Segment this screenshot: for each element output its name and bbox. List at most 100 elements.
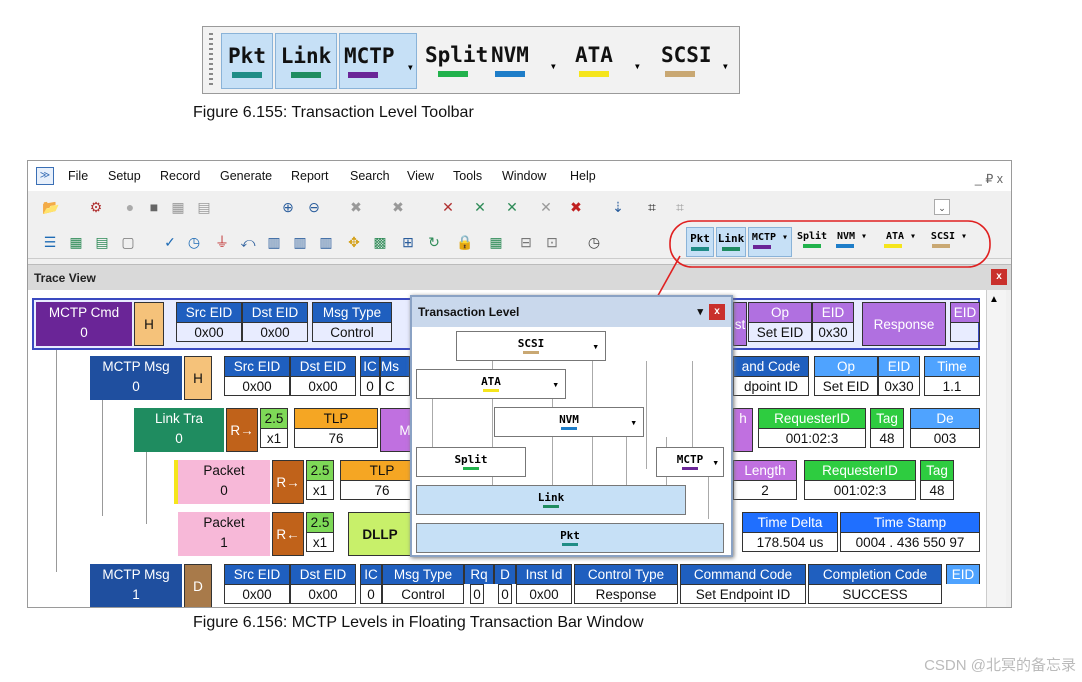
menu-record[interactable]: Record [160,169,200,183]
floating-close-icon[interactable]: x [709,304,725,320]
time-delta-value: 178.504 us [742,532,838,552]
pkt-level-button[interactable]: Pkt [221,33,273,89]
floating-window-header[interactable]: Transaction Level ▾ x [412,297,731,327]
bar-chart-icon[interactable]: ▥ [266,234,282,250]
op-value: Set EID [814,376,878,396]
ata-box-label: ATA [481,375,501,388]
list-icon[interactable]: ▤ [94,234,110,250]
nvm-dropdown[interactable]: NVM ▾ [494,407,644,437]
menu-setup[interactable]: Setup [108,169,141,183]
stop-icon[interactable]: ■ [146,199,162,215]
menu-generate[interactable]: Generate [220,169,272,183]
mctp-dropdown-icon[interactable]: ▾ [407,60,414,74]
trigger-icon[interactable]: ⏚ [214,234,230,250]
refresh-icon[interactable]: ↻ [426,234,442,250]
clock-icon[interactable]: ◷ [586,234,602,250]
zoom-out-icon[interactable]: ⊖ [306,199,322,215]
ata-dropdown[interactable]: ATA ▾ [416,369,566,399]
bits-icon[interactable]: ▦ [488,234,504,250]
split-box[interactable]: Split [416,447,526,477]
stats-icon[interactable]: ▥ [292,234,308,250]
watermark: CSDN @北冥的备忘录 [924,657,1076,674]
timing-icon[interactable]: ◷ [186,234,202,250]
split-view-icon[interactable]: ⊟ [518,234,534,250]
nvm-box-label: NVM [559,413,579,426]
width-value: x1 [306,480,334,500]
link-box[interactable]: Link [416,485,686,515]
vertical-scrollbar[interactable]: ▲ [986,290,1006,607]
bus-utility-icon[interactable]: ⊞ [400,234,416,250]
menu-report[interactable]: Report [291,169,329,183]
check-icon[interactable]: ✓ [162,234,178,250]
panel-icon[interactable]: ⊡ [544,234,560,250]
packet-cell[interactable]: Packet 1 [178,512,270,556]
menu-window[interactable]: Window [502,169,546,183]
speed-header: 2.5 [260,408,288,428]
floating-menu-icon[interactable]: ▾ [697,297,703,327]
grid-icon[interactable]: ▦ [68,234,84,250]
hide-idle-icon[interactable]: ✕ [538,199,554,215]
command-code-header: Command Code [680,564,806,584]
length-header: Length [733,460,797,480]
binoculars-icon[interactable]: ⌗ [644,199,660,215]
ata-dropdown-icon[interactable]: ▾ [634,59,641,73]
link-transaction-cell[interactable]: Link Tra 0 [134,408,224,452]
mctp-level-button[interactable]: MCTP ▾ [339,33,417,89]
record-settings-icon[interactable]: ⚙ [88,199,104,215]
lock-icon[interactable]: 🔒 [456,234,473,250]
floating-transaction-level-window[interactable]: Transaction Level ▾ x SCSI ▾ ATA ▾ NVM ▾ Sp… [410,295,733,557]
src-eid-header: Src EID [224,564,290,584]
nvm-dropdown-icon[interactable]: ▾ [550,59,557,73]
scsi-dropdown[interactable]: SCSI ▾ [456,331,606,361]
filter-icon[interactable]: ✖ [348,199,364,215]
mctp-caret-icon[interactable]: ▾ [712,456,719,469]
split-level-button[interactable]: Split [425,33,488,89]
scroll-up-icon[interactable]: ▲ [989,294,999,305]
nvm-caret-icon[interactable]: ▾ [630,416,637,429]
bookmark-icon[interactable]: ⇣ [610,199,626,215]
link-level-button[interactable]: Link [275,33,337,89]
hide-icon[interactable]: ✖ [390,199,406,215]
time-delta-header: Time Delta [742,512,838,532]
frame-icon[interactable]: ▢ [120,234,136,250]
menu-tools[interactable]: Tools [453,169,482,183]
mctp-msg-cell[interactable]: MCTP Msg 0 [90,356,182,400]
ata-caret-icon[interactable]: ▾ [552,378,559,391]
menu-file[interactable]: File [68,169,88,183]
ata-level-button[interactable]: ATA ▾ [571,33,643,89]
command-code-value: Set Endpoint ID [680,584,806,604]
back-icon[interactable]: ⤺ [240,234,256,250]
hide-all-icon[interactable]: ✖ [568,199,584,215]
scsi-level-button[interactable]: SCSI ▾ [657,33,731,89]
bus-icon[interactable]: ✥ [346,234,362,250]
pkt-box[interactable]: Pkt [416,523,724,553]
scsi-dropdown-icon[interactable]: ▾ [722,59,729,73]
find-next-icon[interactable]: ⌗ [672,199,688,215]
mctp-msg-cell[interactable]: MCTP Msg 1 [90,564,182,607]
metrics-icon[interactable]: ▥ [318,234,334,250]
hide-sp-icon[interactable]: ✕ [504,199,520,215]
compare-icon[interactable]: ▤ [196,199,212,215]
toolbar-grip[interactable] [209,33,213,87]
tree-line [56,332,57,572]
zoom-in-icon[interactable]: ⊕ [280,199,296,215]
decode-icon[interactable]: ▩ [372,234,388,250]
menu-search[interactable]: Search [350,169,390,183]
toolbar-options-dropdown[interactable]: ⌄ [934,199,950,215]
src-eid-value: 0x00 [176,322,242,342]
record-icon[interactable]: ● [122,199,138,215]
mctp-dropdown[interactable]: MCTP ▾ [656,447,724,477]
msg-type-header: Ms [380,356,410,376]
scsi-caret-icon[interactable]: ▾ [592,340,599,353]
open-folder-icon[interactable]: 📂 [42,199,59,215]
tlp-header: TLP [294,408,378,428]
hide-r-icon[interactable]: ✕ [440,199,456,215]
nvm-level-button[interactable]: NVM ▾ [487,33,559,89]
packet-cell[interactable]: Packet 0 [178,460,270,504]
menu-help[interactable]: Help [570,169,596,183]
menu-view[interactable]: View [407,169,434,183]
hide-rx-icon[interactable]: ✕ [472,199,488,215]
window-controls[interactable]: _ ₽ x [975,171,1003,186]
layout-icon[interactable]: ☰ [42,234,58,250]
zpg-icon[interactable]: ▦ [170,199,186,215]
